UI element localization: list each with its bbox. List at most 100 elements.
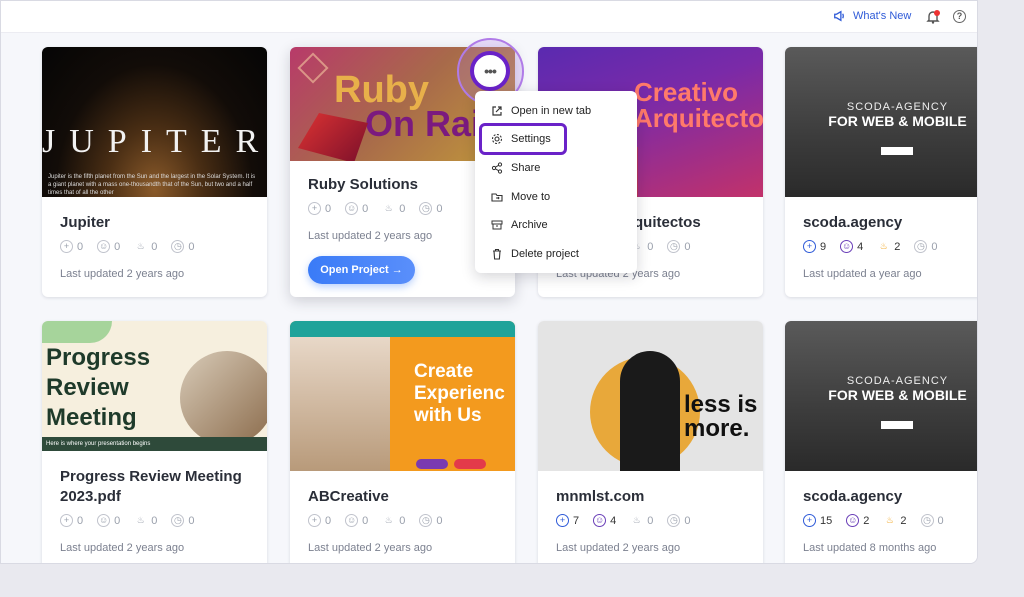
- thumbnail-headline: SCODA-AGENCY: [846, 375, 949, 387]
- flame-icon: ♨: [879, 241, 888, 251]
- thumbnail-headline: Create Experienc with Us: [414, 361, 505, 426]
- whats-new-label: What's New: [853, 10, 912, 22]
- open-project-button[interactable]: Open Project →: [308, 256, 415, 284]
- project-title: ABCreative: [308, 488, 389, 505]
- archive-icon: [491, 220, 503, 230]
- stat-users: ☺ 0: [97, 240, 121, 253]
- flame-icon: ♨: [136, 515, 145, 525]
- project-stats: +0 ☺0 ♨0 ◷0: [60, 514, 195, 527]
- person-photo: [290, 337, 390, 471]
- presenter-photo: [180, 351, 267, 445]
- plus-circle-icon: +: [803, 514, 816, 527]
- user-circle-icon: ☺: [345, 514, 359, 527]
- menu-item-move-to[interactable]: Move to: [491, 187, 550, 207]
- last-updated: Last updated 2 years ago: [308, 542, 433, 554]
- top-bar: What's New ?: [1, 1, 977, 33]
- project-stats: +0 ☺0 ♨0 ◷0: [308, 514, 443, 527]
- project-title: scoda.agency: [803, 488, 903, 505]
- more-options-button[interactable]: •••: [470, 51, 510, 91]
- project-card[interactable]: SCODA-AGENCY FOR WEB & MOBILE scoda.agen…: [785, 47, 977, 297]
- project-title: quitectos: [634, 214, 701, 231]
- project-title: Ruby Solutions: [308, 176, 418, 193]
- clock-icon: ◷: [667, 240, 681, 253]
- flame-icon: ♨: [632, 515, 641, 525]
- help-icon[interactable]: ?: [953, 10, 966, 23]
- menu-item-archive[interactable]: Archive: [491, 215, 548, 235]
- user-circle-icon: ☺: [846, 514, 860, 527]
- clock-icon: ◷: [419, 514, 433, 527]
- plus-circle-icon: +: [60, 240, 73, 253]
- flame-icon: ♨: [384, 203, 393, 213]
- thumbnail-headline: JUPITER: [42, 123, 267, 160]
- project-thumbnail: SCODA-AGENCY FOR WEB & MOBILE: [785, 321, 977, 471]
- user-circle-icon: ☺: [840, 240, 854, 253]
- share-icon: [491, 162, 503, 174]
- thumbnail-headline: Progress Review Meeting: [46, 344, 151, 431]
- project-title: scoda.agency: [803, 214, 903, 231]
- last-updated: Last updated 8 months ago: [803, 542, 937, 554]
- stat-clock: ◷ 0: [171, 240, 195, 253]
- user-circle-icon: ☺: [97, 514, 111, 527]
- project-thumbnail: Create Experienc with Us: [290, 321, 515, 471]
- clock-icon: ◷: [171, 240, 185, 253]
- last-updated: Last updated 2 years ago: [60, 542, 185, 554]
- trash-icon: [493, 248, 501, 260]
- flame-icon: ♨: [384, 515, 393, 525]
- thumbnail-caption: Jupiter is the fifth planet from the Sun…: [48, 174, 256, 196]
- context-menu: Open in new tab Settings Share Move to A…: [475, 91, 637, 273]
- last-updated: Last updated 2 years ago: [308, 230, 433, 242]
- clock-icon: ◷: [920, 514, 934, 527]
- project-card[interactable]: Create Experienc with Us ABCreative +0 ☺ 0 …: [290, 321, 515, 563]
- project-stats: +7 ☺ 4 ♨ 0 ◷ 0: [556, 514, 691, 527]
- stat-flame: ♨ 0: [134, 240, 158, 253]
- project-title: Progress Review Meeting 2023.pdf: [60, 468, 242, 505]
- thumbnail-subheadline: Arquitecto: [634, 103, 763, 133]
- project-title: Jupiter: [60, 214, 111, 231]
- user-circle-icon: ☺: [593, 514, 607, 527]
- project-title: mnmlst.com: [556, 488, 645, 505]
- plus-circle-icon: +: [803, 240, 816, 253]
- menu-item-open-new-tab[interactable]: Open in new tab: [491, 101, 591, 121]
- project-stats: +9 ☺ 4 ♨ 2 ◷ 0: [803, 240, 938, 253]
- folder-move-icon: [491, 193, 503, 202]
- clock-icon: ◷: [667, 514, 681, 527]
- clock-icon: ◷: [171, 514, 185, 527]
- logo-diamond-icon: [297, 52, 329, 84]
- thumbnail-subheadline: FOR WEB & MOBILE: [828, 113, 967, 129]
- thumbnail-subheadline: FOR WEB & MOBILE: [828, 387, 967, 403]
- clock-icon: ◷: [419, 202, 433, 215]
- project-card[interactable]: JUPITER Jupiter is the fifth planet from…: [42, 47, 267, 297]
- whats-new-link[interactable]: What's New: [833, 9, 911, 23]
- plus-circle-icon: +: [308, 514, 321, 527]
- thumbnail-caption: Here is where your presentation begins: [42, 437, 267, 451]
- project-stats: +15 ☺ 2 ♨ 2 ◷ 0: [803, 514, 944, 527]
- project-thumbnail: SCODA-AGENCY FOR WEB & MOBILE: [785, 47, 977, 197]
- project-thumbnail: Progress Review Meeting Here is where your…: [42, 321, 267, 451]
- megaphone-icon: [834, 10, 844, 22]
- last-updated: Last updated 2 years ago: [60, 268, 185, 280]
- app-window: What's New ? JUPITER Jupiter is the fift…: [0, 0, 978, 564]
- project-stats: +0 ☺0 ♨0 ◷0: [60, 240, 195, 253]
- plus-circle-icon: +: [556, 514, 569, 527]
- last-updated: Last updated 2 years ago: [556, 542, 681, 554]
- plus-circle-icon: +: [60, 514, 73, 527]
- menu-item-share[interactable]: Share: [491, 158, 540, 178]
- project-card[interactable]: SCODA-AGENCY FOR WEB & MOBILE scoda.agen…: [785, 321, 977, 563]
- plus-circle-icon: +: [308, 202, 321, 215]
- project-card[interactable]: Progress Review Meeting Here is where your…: [42, 321, 267, 563]
- thumbnail-headline: SCODA-AGENCY: [846, 101, 949, 113]
- project-stats: +0 ☺0 ♨0 ◷0: [308, 202, 443, 215]
- notification-bell-icon[interactable]: [925, 9, 941, 25]
- project-thumbnail: less is more.: [538, 321, 763, 471]
- external-link-icon: [492, 106, 502, 116]
- project-card[interactable]: less is more. mnmlst.com +7 ☺ 4 ♨ 0 ◷ 0 Last…: [538, 321, 763, 563]
- menu-item-delete-project[interactable]: Delete project: [491, 244, 579, 264]
- stat-add: +0: [60, 240, 83, 253]
- person-silhouette: [620, 351, 680, 471]
- flame-icon: ♨: [136, 241, 145, 251]
- clock-icon: ◷: [914, 240, 928, 253]
- ruby-gem-icon: [298, 113, 368, 161]
- flame-icon: ♨: [885, 515, 894, 525]
- settings-highlight: [479, 123, 567, 155]
- user-circle-icon: ☺: [97, 240, 111, 253]
